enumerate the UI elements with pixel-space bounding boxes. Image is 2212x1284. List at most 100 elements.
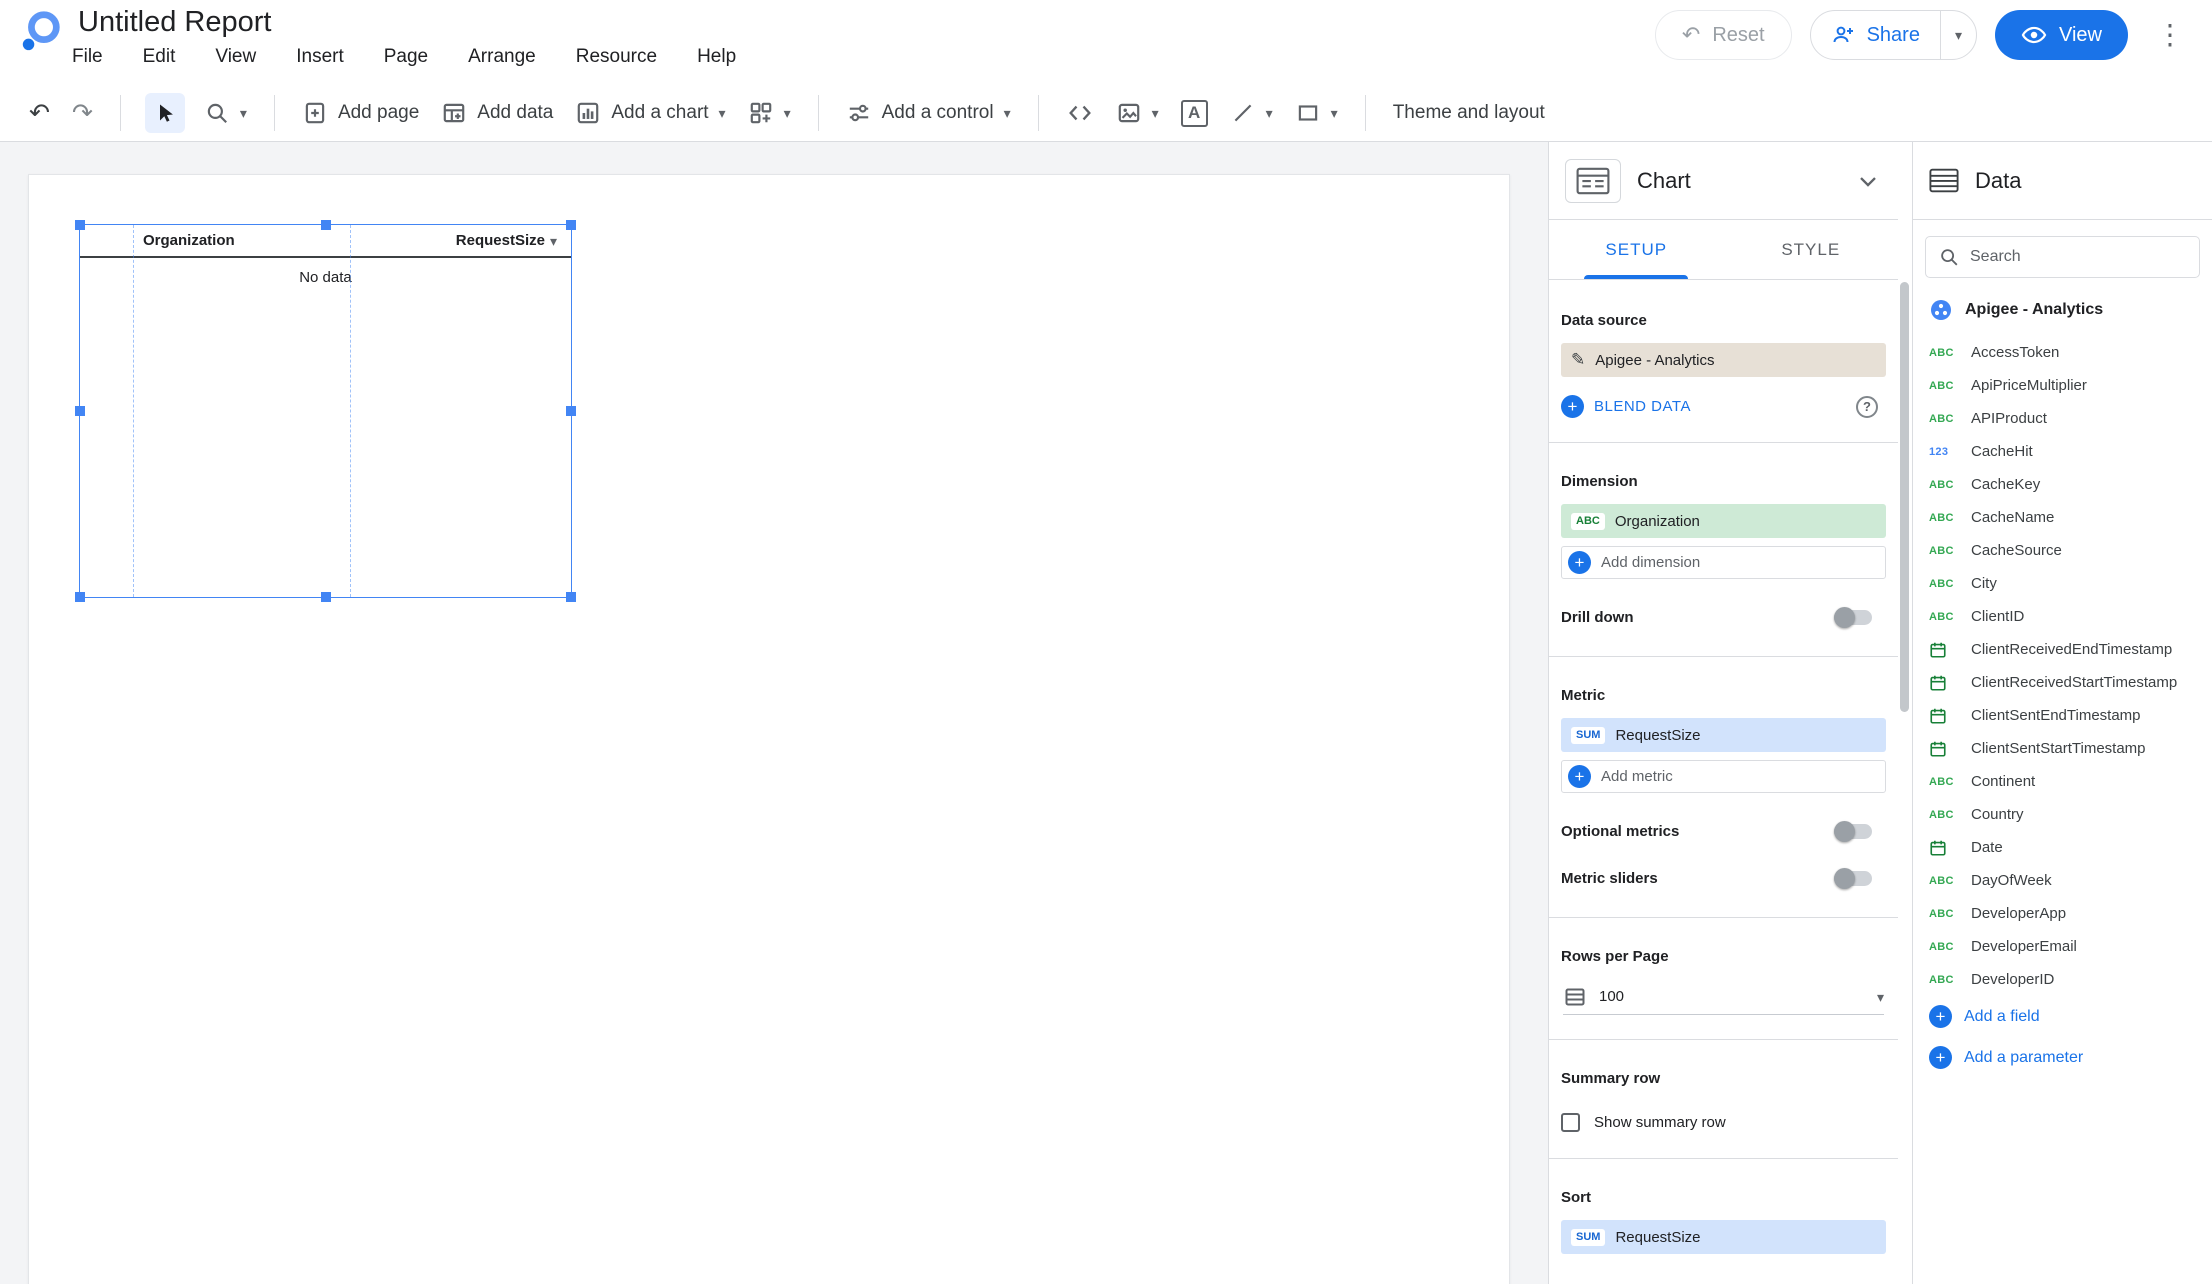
field-row[interactable]: ABC Continent — [1913, 765, 2212, 798]
metric-sliders-toggle[interactable] — [1834, 868, 1872, 889]
add-dimension-button[interactable]: + Add dimension — [1561, 546, 1886, 579]
chart-type-table-icon[interactable] — [1565, 158, 1621, 203]
field-name: CacheHit — [1971, 443, 2033, 460]
metric-section-label: Metric — [1561, 687, 1606, 704]
field-row[interactable]: ABC City — [1913, 567, 2212, 600]
more-options-kebab-icon[interactable]: ⋮ — [2146, 21, 2194, 49]
setup-style-tabs: SETUP STYLE — [1549, 220, 1898, 280]
summary-row-checkbox[interactable] — [1561, 1113, 1580, 1132]
table-chart[interactable]: Organization RequestSize ▾ No data — [75, 220, 576, 602]
field-row[interactable]: ABC DeveloperApp — [1913, 897, 2212, 930]
metric-aggregation-badge: SUM — [1571, 726, 1606, 744]
show-summary-row-option[interactable]: Show summary row — [1561, 1113, 1886, 1132]
menu-item[interactable]: Arrange — [468, 46, 536, 68]
search-input[interactable] — [1970, 248, 2187, 266]
field-row[interactable]: ABC CacheName — [1913, 501, 2212, 534]
looker-studio-logo-icon[interactable] — [18, 8, 64, 54]
cursor-arrow-icon — [153, 101, 177, 125]
rows-per-page-select[interactable]: 100 ▾ — [1563, 979, 1884, 1015]
field-row[interactable]: ABC CacheSource — [1913, 534, 2212, 567]
blend-data-link[interactable]: BLEND DATA — [1594, 398, 1846, 415]
menu-item[interactable]: Resource — [576, 46, 657, 68]
field-row[interactable]: ClientSentEndTimestamp — [1913, 699, 2212, 732]
view-button[interactable]: View — [1995, 10, 2128, 60]
field-type-icon: ABC — [1929, 610, 1954, 623]
select-tool-button[interactable] — [144, 93, 185, 133]
field-row[interactable]: ABC APIProduct — [1913, 402, 2212, 435]
menu-item[interactable]: Page — [384, 46, 428, 68]
field-row[interactable]: ClientReceivedEndTimestamp — [1913, 633, 2212, 666]
add-page-button[interactable]: Add page — [302, 100, 419, 126]
menu-item[interactable]: Insert — [296, 46, 344, 68]
chart-panel-collapse-chevron-icon[interactable] — [1854, 167, 1882, 195]
undo-button[interactable]: ↶ — [29, 100, 50, 126]
field-row[interactable]: ABC ClientID — [1913, 600, 2212, 633]
field-row[interactable]: ABC Country — [1913, 798, 2212, 831]
theme-and-layout-button[interactable]: Theme and layout — [1393, 102, 1545, 124]
reset-button[interactable]: ↶ Reset — [1654, 10, 1792, 60]
add-control-button[interactable]: Add a control ▾ — [846, 100, 1011, 126]
field-row[interactable]: ABC DayOfWeek — [1913, 864, 2212, 897]
redo-button[interactable]: ↷ — [72, 100, 93, 126]
share-dropdown-caret[interactable]: ▾ — [1941, 11, 1976, 59]
data-source-chip[interactable]: ✎ Apigee - Analytics — [1561, 343, 1886, 377]
field-row[interactable]: ABC DeveloperID — [1913, 963, 2212, 996]
metric-column-header[interactable]: RequestSize ▾ — [350, 232, 571, 249]
report-title[interactable]: Untitled Report — [78, 6, 271, 39]
selection-handle-ne[interactable] — [566, 220, 576, 230]
field-row[interactable]: 123 CacheHit — [1913, 435, 2212, 468]
report-page[interactable]: Organization RequestSize ▾ No data — [28, 174, 1510, 1284]
caret-down-icon: ▾ — [783, 105, 791, 121]
selection-handle-e[interactable] — [566, 406, 576, 416]
metric-chip[interactable]: SUM RequestSize — [1561, 718, 1886, 752]
selection-handle-s[interactable] — [320, 592, 331, 602]
tab-setup[interactable]: SETUP — [1549, 220, 1724, 279]
insert-image-button[interactable]: ▾ — [1116, 100, 1159, 126]
scrollbar-thumb[interactable] — [1900, 282, 1909, 712]
optional-metrics-toggle[interactable] — [1834, 821, 1872, 842]
help-icon[interactable]: ? — [1856, 395, 1878, 418]
menu-item[interactable]: File — [72, 46, 103, 68]
insert-line-button[interactable]: ▾ — [1230, 100, 1273, 126]
add-chart-button[interactable]: Add a chart ▾ — [575, 100, 726, 126]
selection-handle-n[interactable] — [320, 220, 331, 230]
dimension-chip[interactable]: ABC Organization — [1561, 504, 1886, 538]
selection-handle-nw[interactable] — [75, 220, 85, 230]
community-visualizations-button[interactable]: ▾ — [748, 100, 791, 126]
field-row[interactable]: ABC AccessToken — [1913, 336, 2212, 369]
insert-shape-button[interactable]: ▾ — [1295, 100, 1338, 126]
selection-handle-w[interactable] — [75, 406, 85, 416]
drill-down-toggle[interactable] — [1834, 607, 1872, 628]
field-row[interactable]: ABC CacheKey — [1913, 468, 2212, 501]
sort-field-chip[interactable]: SUM RequestSize — [1561, 1220, 1886, 1254]
menu-item[interactable]: View — [215, 46, 256, 68]
add-data-button[interactable]: Add data — [441, 100, 553, 126]
field-row[interactable]: ClientReceivedStartTimestamp — [1913, 666, 2212, 699]
field-row[interactable]: ClientSentStartTimestamp — [1913, 732, 2212, 765]
add-metric-button[interactable]: + Add metric — [1561, 760, 1886, 793]
field-row[interactable]: Date — [1913, 831, 2212, 864]
field-row[interactable]: ABC DeveloperEmail — [1913, 930, 2212, 963]
add-a-field-button[interactable]: + Add a field — [1913, 996, 2212, 1037]
menu-item[interactable]: Edit — [143, 46, 176, 68]
insert-text-button[interactable]: A — [1180, 99, 1208, 127]
section-divider — [1549, 1158, 1898, 1159]
field-type-icon — [1929, 641, 1961, 659]
field-name: CacheKey — [1971, 476, 2041, 493]
tab-style[interactable]: STYLE — [1724, 220, 1899, 279]
field-row[interactable]: ABC ApiPriceMultiplier — [1913, 369, 2212, 402]
chart-panel-title: Chart — [1637, 167, 1691, 193]
menu-item[interactable]: Help — [697, 46, 736, 68]
share-button[interactable]: Share — [1811, 11, 1940, 59]
edit-pencil-icon[interactable]: ✎ — [1571, 350, 1585, 370]
add-a-parameter-button[interactable]: + Add a parameter — [1913, 1037, 2212, 1078]
zoom-tool-button[interactable]: ▾ — [204, 100, 247, 126]
field-type-icon: ABC — [1929, 577, 1954, 590]
plus-circle-icon[interactable]: + — [1561, 395, 1584, 418]
embed-url-button[interactable] — [1066, 99, 1094, 127]
plus-circle-icon: + — [1929, 1046, 1952, 1069]
selection-handle-se[interactable] — [566, 592, 576, 602]
selection-handle-sw[interactable] — [75, 592, 85, 602]
field-name: DeveloperID — [1971, 971, 2055, 988]
field-name: Continent — [1971, 773, 2036, 790]
